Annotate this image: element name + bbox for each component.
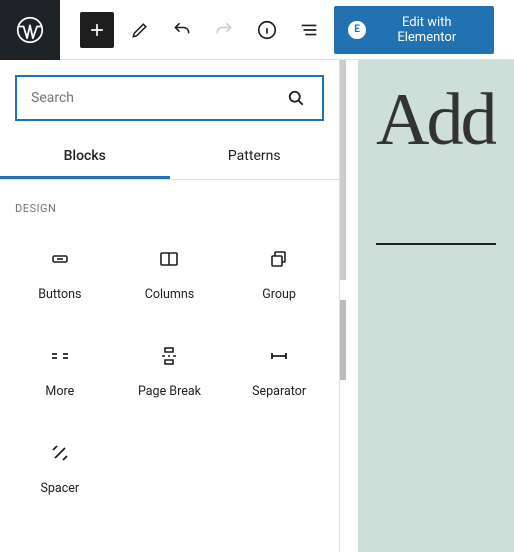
block-label: Separator	[252, 384, 306, 399]
info-icon[interactable]	[250, 12, 284, 48]
block-label: Columns	[145, 287, 195, 302]
block-label: Spacer	[40, 481, 79, 496]
inserter-tabs: Blocks Patterns	[0, 136, 339, 180]
elementor-icon: E	[348, 21, 365, 39]
more-icon	[48, 342, 72, 370]
block-columns[interactable]: Columns	[115, 225, 225, 322]
block-inserter-panel: Blocks Patterns DESIGN Buttons Columns	[0, 60, 340, 552]
editor-toolbar: E Edit with Elementor	[0, 0, 514, 60]
group-icon	[267, 245, 291, 273]
search-icon	[284, 86, 308, 110]
page-break-icon	[157, 342, 181, 370]
block-label: Page Break	[138, 384, 201, 399]
block-buttons[interactable]: Buttons	[5, 225, 115, 322]
wordpress-logo[interactable]	[0, 0, 60, 60]
search-box[interactable]	[15, 75, 324, 121]
search-container	[0, 60, 339, 136]
category-heading: DESIGN	[0, 180, 339, 225]
block-group[interactable]: Group	[224, 225, 334, 322]
canvas-scrollbar-thumb[interactable]	[340, 300, 346, 380]
tab-patterns[interactable]: Patterns	[170, 136, 340, 179]
block-page-break[interactable]: Page Break	[115, 322, 225, 419]
buttons-icon	[48, 245, 72, 273]
editor-canvas[interactable]: Add	[340, 60, 514, 552]
spacer-icon	[48, 439, 72, 467]
canvas-scrollbar[interactable]	[340, 60, 346, 280]
canvas-content[interactable]: Add	[358, 60, 514, 552]
page-separator	[376, 243, 496, 245]
block-spacer[interactable]: Spacer	[5, 419, 115, 516]
toolbar-tools: E Edit with Elementor	[60, 6, 514, 54]
tab-blocks[interactable]: Blocks	[0, 136, 170, 179]
undo-icon[interactable]	[165, 12, 199, 48]
block-grid: Buttons Columns Group More	[0, 225, 339, 516]
block-more[interactable]: More	[5, 322, 115, 419]
edit-with-elementor-button[interactable]: E Edit with Elementor	[334, 6, 494, 54]
elementor-button-label: Edit with Elementor	[374, 15, 480, 45]
columns-icon	[157, 245, 181, 273]
workspace: Blocks Patterns DESIGN Buttons Columns	[0, 60, 514, 552]
block-label: Group	[262, 287, 296, 302]
search-input[interactable]	[31, 90, 284, 106]
redo-icon	[207, 12, 241, 48]
page-title[interactable]: Add	[376, 78, 496, 163]
block-label: Buttons	[38, 287, 81, 302]
tab-patterns-label: Patterns	[228, 148, 281, 164]
add-block-button[interactable]	[80, 12, 114, 48]
outline-icon[interactable]	[292, 12, 326, 48]
tab-blocks-label: Blocks	[64, 148, 106, 164]
edit-icon[interactable]	[122, 12, 156, 48]
separator-icon	[267, 342, 291, 370]
block-separator[interactable]: Separator	[224, 322, 334, 419]
block-label: More	[45, 384, 74, 399]
